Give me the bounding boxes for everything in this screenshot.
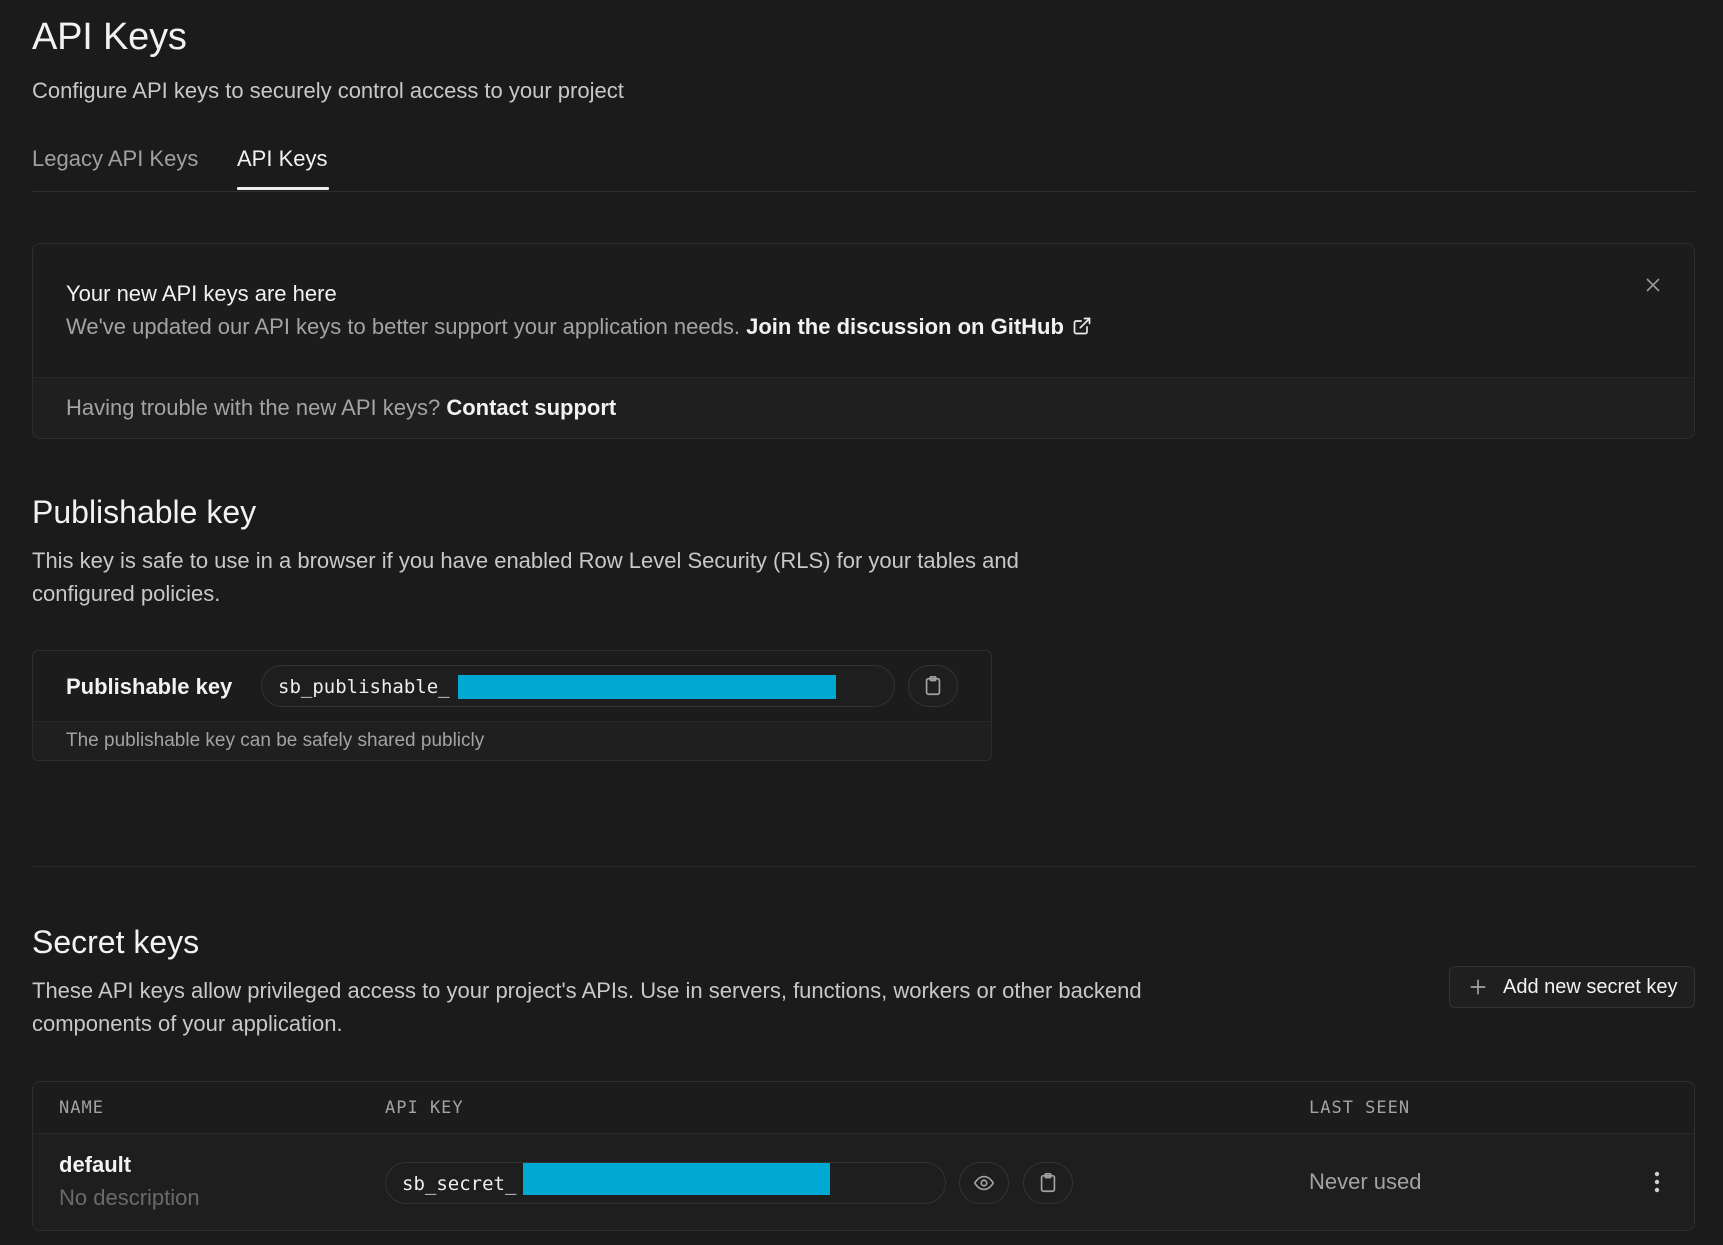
publishable-key-hint: The publishable key can be safely shared… (66, 730, 485, 751)
secret-keys-description: These API keys allow privileged access t… (32, 978, 1142, 1036)
reveal-secret-key-button[interactable] (959, 1162, 1009, 1204)
publishable-key-field[interactable]: sb_publishable_ (261, 665, 895, 707)
table-row: default No description sb_secret_ Never … (33, 1134, 1694, 1230)
copy-secret-key-button[interactable] (1023, 1162, 1073, 1204)
more-vertical-icon (1654, 1171, 1660, 1193)
secret-key-last-seen: Never used (1309, 1169, 1422, 1194)
redacted-key-block (523, 1163, 830, 1195)
secret-key-name: default (59, 1152, 132, 1177)
new-keys-notice: Your new API keys are here We've updated… (32, 243, 1695, 439)
publishable-key-title: Publishable key (32, 494, 257, 530)
notice-footer: Having trouble with the new API keys? Co… (33, 377, 1694, 438)
add-secret-key-label: Add new secret key (1503, 976, 1678, 998)
github-discussion-link-label: Join the discussion on GitHub (746, 314, 1064, 339)
clipboard-icon (1040, 1173, 1056, 1193)
tab-legacy-api-keys[interactable]: Legacy API Keys (32, 146, 198, 172)
publishable-key-value: sb_publishable_ (278, 676, 450, 698)
notice-text: We've updated our API keys to better sup… (66, 314, 740, 339)
publishable-key-label: Publishable key (66, 674, 233, 699)
notice-text-row: We've updated our API keys to better sup… (66, 314, 1092, 340)
trouble-text: Having trouble with the new API keys? (66, 395, 441, 420)
close-icon[interactable] (1642, 274, 1664, 296)
notice-footer-row: Having trouble with the new API keys? Co… (66, 395, 616, 421)
column-header-last-seen: LAST SEEN (1309, 1098, 1411, 1118)
notice-title: Your new API keys are here (66, 281, 337, 306)
active-tab-indicator (237, 187, 329, 190)
notice-header: Your new API keys are here We've updated… (33, 244, 1694, 377)
eye-icon (973, 1175, 995, 1191)
clipboard-icon (925, 676, 941, 696)
secret-key-description: No description (59, 1185, 200, 1210)
column-header-name: NAME (59, 1098, 104, 1118)
table-header: NAME API KEY LAST SEEN (33, 1082, 1694, 1134)
secret-key-value: sb_secret_ (402, 1173, 517, 1195)
publishable-key-hint-row: The publishable key can be safely shared… (33, 721, 991, 760)
page-title: API Keys (32, 16, 187, 58)
plus-icon (1470, 979, 1486, 995)
secret-key-field[interactable]: sb_secret_ (385, 1162, 946, 1204)
github-discussion-link[interactable]: Join the discussion on GitHub (746, 314, 1092, 339)
external-link-icon (1073, 317, 1091, 335)
section-divider (32, 866, 1695, 867)
secret-keys-title: Secret keys (32, 924, 200, 960)
publishable-key-card: Publishable key sb_publishable_ The publ… (32, 650, 992, 761)
tab-api-keys[interactable]: API Keys (237, 146, 327, 172)
page-subtitle: Configure API keys to securely control a… (32, 78, 624, 103)
row-actions-button[interactable] (1645, 1164, 1669, 1200)
publishable-key-row: Publishable key sb_publishable_ (33, 651, 991, 721)
add-secret-key-button[interactable]: Add new secret key (1449, 966, 1695, 1008)
redacted-key-block (458, 675, 836, 699)
secret-keys-table: NAME API KEY LAST SEEN default No descri… (32, 1081, 1695, 1231)
tab-bar: Legacy API Keys API Keys (32, 140, 1695, 192)
publishable-key-description: This key is safe to use in a browser if … (32, 548, 1019, 606)
copy-publishable-key-button[interactable] (908, 665, 958, 707)
column-header-api-key: API KEY (385, 1098, 464, 1118)
contact-support-link[interactable]: Contact support (446, 395, 616, 420)
